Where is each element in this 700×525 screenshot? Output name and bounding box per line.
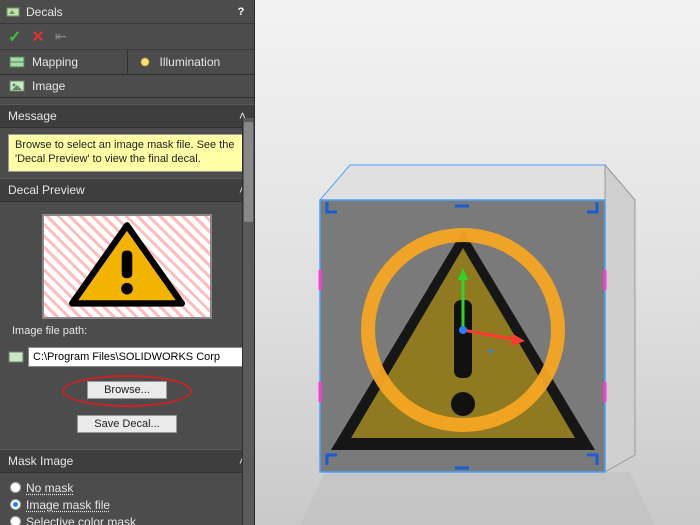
mapping-icon bbox=[8, 55, 26, 69]
property-panel: Decals ? ✓ ✕ ⇤ Mapping Illumination Imag… bbox=[0, 0, 255, 525]
section-body-mask: No mask Image mask file Selective color … bbox=[0, 473, 254, 525]
tab-label: Illumination bbox=[160, 55, 221, 69]
image-path-input[interactable] bbox=[28, 347, 246, 367]
illumination-icon bbox=[136, 55, 154, 69]
radio-label: Image mask file bbox=[26, 498, 110, 512]
tab-label: Mapping bbox=[32, 55, 78, 69]
section-title: Message bbox=[8, 109, 57, 123]
image-icon bbox=[8, 79, 26, 93]
panel-title: Decals bbox=[26, 5, 63, 19]
message-text: Browse to select an image mask file. See… bbox=[8, 134, 246, 172]
image-icon bbox=[8, 350, 24, 364]
cancel-button[interactable]: ✕ bbox=[31, 27, 44, 47]
radio-label: No mask bbox=[26, 481, 73, 495]
save-decal-button[interactable]: Save Decal... bbox=[77, 415, 176, 433]
radio-label: Selective color mask bbox=[26, 515, 136, 525]
section-body-preview: Image file path: Browse... Save Decal... bbox=[0, 202, 254, 449]
decal-preview-thumbnail bbox=[42, 214, 212, 319]
model-viewport[interactable]: + bbox=[255, 0, 700, 525]
tab-mapping[interactable]: Mapping bbox=[0, 50, 128, 74]
scrollbar-thumb[interactable] bbox=[244, 122, 253, 222]
section-header-preview[interactable]: Decal Preview ˄ bbox=[0, 178, 254, 202]
tab-image[interactable]: Image bbox=[0, 75, 254, 98]
panel-titlebar: Decals ? bbox=[0, 0, 254, 24]
panel-action-row: ✓ ✕ ⇤ bbox=[0, 24, 254, 50]
panel-scroll-area: Message ˄ Browse to select an image mask… bbox=[0, 98, 254, 525]
help-icon[interactable]: ? bbox=[234, 5, 248, 19]
section-title: Mask Image bbox=[8, 454, 73, 468]
section-header-mask[interactable]: Mask Image ˄ bbox=[0, 449, 254, 473]
tab-label: Image bbox=[32, 79, 65, 93]
panel-scrollbar[interactable] bbox=[242, 118, 254, 525]
radio-no-mask[interactable]: No mask bbox=[10, 481, 244, 495]
radio-image-mask-file[interactable]: Image mask file bbox=[10, 498, 244, 512]
ok-button[interactable]: ✓ bbox=[8, 27, 21, 47]
browse-button[interactable]: Browse... bbox=[87, 381, 167, 399]
triad-plus-icon: + bbox=[487, 343, 495, 359]
tab-strip: Mapping Illumination bbox=[0, 50, 254, 75]
section-body-message: Browse to select an image mask file. See… bbox=[0, 128, 254, 178]
section-header-message[interactable]: Message ˄ bbox=[0, 104, 254, 128]
tab-illumination[interactable]: Illumination bbox=[128, 50, 255, 74]
radio-selective-color[interactable]: Selective color mask bbox=[10, 515, 244, 525]
decal-icon bbox=[6, 5, 20, 19]
pin-button[interactable]: ⇤ bbox=[55, 28, 67, 45]
viewport-scene: + bbox=[255, 0, 700, 525]
section-title: Decal Preview bbox=[8, 183, 85, 197]
path-label: Image file path: bbox=[12, 325, 87, 337]
